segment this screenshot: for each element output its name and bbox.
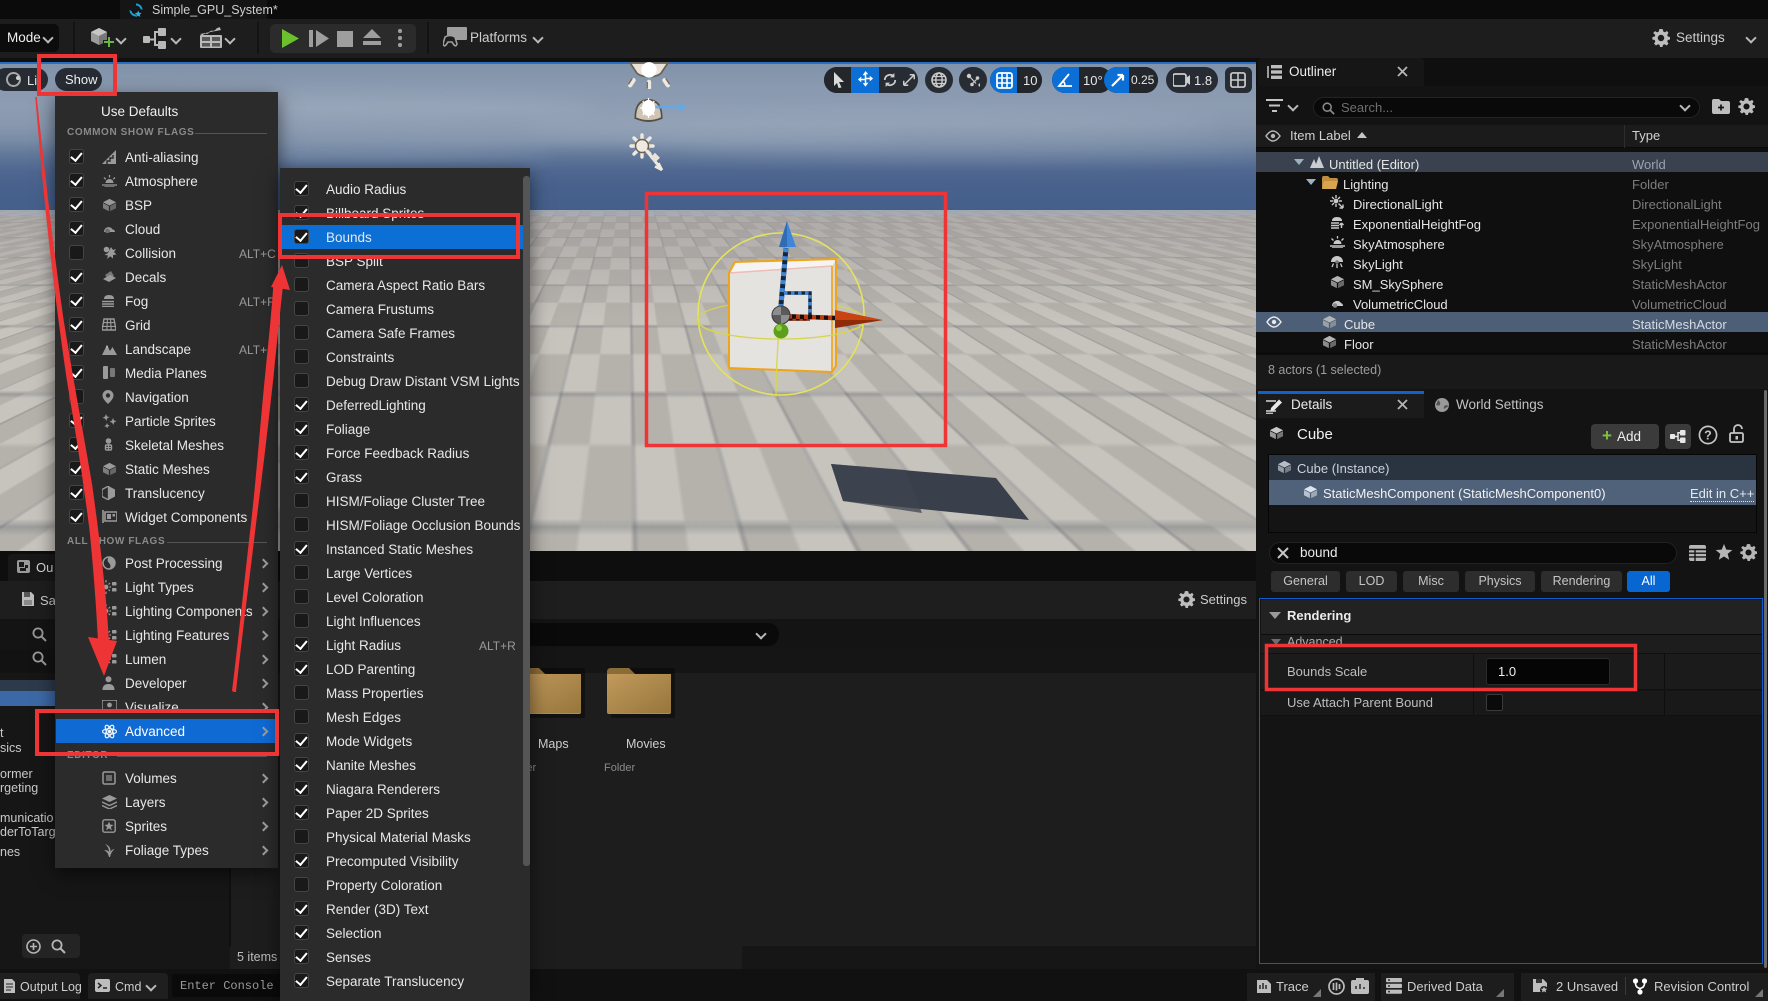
svg-text:?: ? — [1704, 429, 1712, 443]
